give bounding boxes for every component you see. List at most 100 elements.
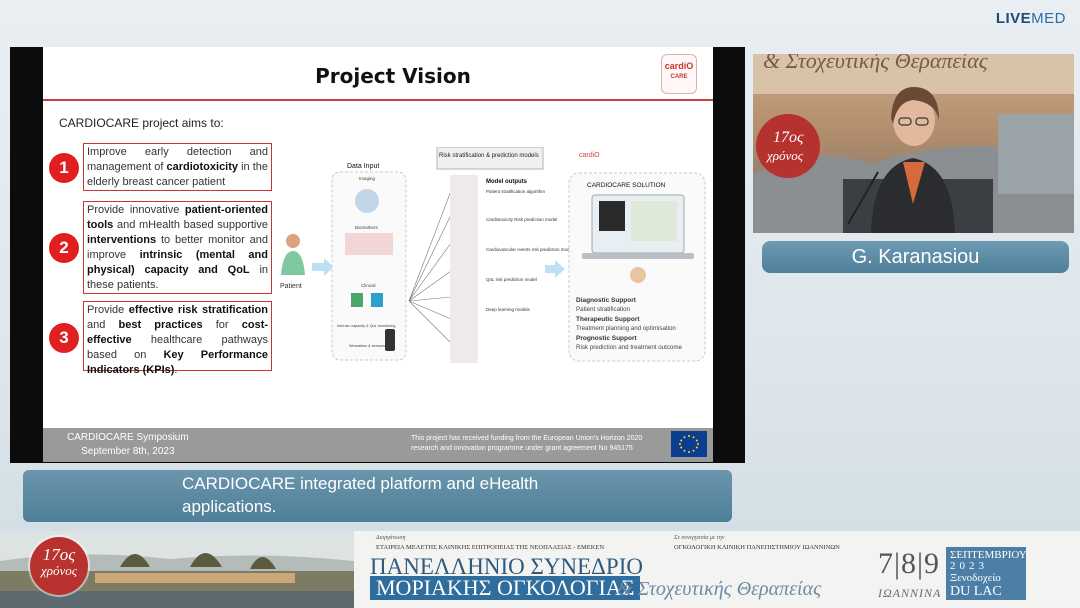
aim3-text-e: for [215,319,229,331]
date-box: ΣΕΠΤΕΜΒΡΙΟΥ 2023 Ξενοδοχείο DU LAC [946,547,1027,600]
data-input-imaging: Imaging [359,176,376,181]
data-input-title: Data Input [347,163,379,170]
model-output-3: Cardiovascular events risk prediction mo… [486,247,573,252]
caption-box: CARDIOCARE integrated platform and eHeal… [23,470,732,522]
seal-bottom: χρόνος [40,563,77,578]
funding-line-2: research and innovation programme under … [411,445,633,452]
support-therapeutic: Therapeutic Support [576,316,640,323]
caption-line-1: CARDIOCARE integrated platform and eHeal… [182,474,539,493]
model-output-2: Cardiotoxicity Risk prediction model [486,217,557,222]
footer-funding: This project has received funding from t… [411,434,671,454]
cardio-mini-logo: cardiO [579,152,600,159]
brand-bold: LIVE [995,10,1032,27]
conference-banner: 17ος χρόνος Διοργάνωση ΕΤΑΙΡΕΙΑ ΜΕΛΕΤΗΣ … [0,531,1080,608]
congress-city: ΙΩΑΝΝΙΝΑ [878,586,942,600]
hotel-name: DU LAC [950,584,1002,599]
partner-name: ΟΓΚΟΛΟΓΙΚΗ ΚΛΙΝΙΚΗ ΠΑΝΕΠΙΣΤΗΜΙΟΥ ΙΩΑΝΝΙΝ… [674,544,840,551]
footer-event-name: CARDIOCARE Symposium [67,432,189,443]
aim1-text-b: cardiotoxicity [166,161,239,173]
banner-dates: 7|8|9 ΙΩΑΝΝΙΝΑ ΣΕΠΤΕΜΒΡΙΟΥ 2023 Ξενοδοχε… [874,531,1080,608]
model-output-5: Deep learning models [486,307,531,312]
footer-event-date: September 8th, 2023 [81,446,175,457]
seventeenth-year-seal: 17ος χρόνος [30,537,88,595]
smartphone-icon [385,329,395,351]
data-input-biomarkers: Biomarkers [355,225,379,230]
organizer-label: Διοργάνωση [376,535,406,541]
organizer-name: ΕΤΑΙΡΕΙΑ ΜΕΛΕΤΗΣ ΚΛΙΝΙΚΗΣ ΕΠΙΤΡΟΠΕΙΑΣ ΤΗ… [376,544,605,551]
partner-label: Σε συνεργασία με την [674,535,725,541]
data-input-wearables: Wearables & sensors [349,344,385,348]
congress-topic-2: & Στοχευτικής Θεραπείας [617,578,822,600]
aim3-text-d: best practices [118,319,203,331]
aim2-text-a: Provide innovative [87,204,180,216]
caption-line-2: applications. [182,497,277,516]
aim-box-2: Provide innovative patient-oriented tool… [83,201,272,294]
support-prognostic-detail: Risk prediction and treatment outcome [576,344,682,351]
aim-number-1: 1 [49,153,79,183]
aim3-text-c: and [87,319,106,331]
eu-flag-icon [671,431,707,457]
dashboard-icon [631,201,677,241]
speaker-video: & Στοχευτικής Θεραπείας 17ος χρόνος [753,54,1074,233]
slide-header: Project Vision cardiO CARE [43,47,713,101]
congress-topic-1: ΜΟΡΙΑΚΗΣ ΟΓΚΟΛΟΓΙΑΣ [370,576,641,600]
doctor-icon [630,267,646,283]
patient-body-icon [281,251,305,275]
footer-event: CARDIOCARE Symposium September 8th, 2023 [67,431,189,459]
aim-number-3: 3 [49,323,79,353]
arrow-right-icon [545,260,565,278]
anniversary-seal-icon [756,114,820,178]
speaker-name: G. Karanasiou [762,241,1069,273]
banner-titles: Διοργάνωση ΕΤΑΙΡΕΙΑ ΜΕΛΕΤΗΣ ΚΛΙΝΙΚΗΣ ΕΠΙ… [354,531,874,608]
patient-label: Patient [280,283,302,290]
aim3-text-i: . [174,364,178,376]
stethoscope-icon [371,293,383,307]
seal-top: 17ος [42,545,76,564]
aims-intro: CARDIOCARE project aims to: [59,116,224,130]
clinical-icon [351,293,363,307]
logo-sub: CARE [670,74,688,80]
support-diagnostic: Diagnostic Support [576,297,637,304]
data-input-clinical: Clinical [361,283,376,288]
model-output-1: Patient stratification algorithm [486,189,545,194]
brand-light: MED [1031,10,1066,27]
lake-photo: 17ος χρόνος [0,531,354,608]
model-outputs-title: Model outputs [486,179,528,185]
scan-image-icon [599,201,625,231]
congress-year: 2023 [950,560,988,572]
svg-text:& Στοχευτικής Θεραπείας: & Στοχευτικής Θεραπείας [763,54,989,73]
biomarkers-icon [345,233,393,255]
livemed-logo: LIVEMED [996,10,1066,27]
speaker-scene: & Στοχευτικής Θεραπείας 17ος χρόνος [753,54,1074,233]
aim3-text-b: effective risk stratification [128,304,268,316]
aim2-text-c: and mHealth based supportive [116,219,268,231]
support-diagnostic-detail: Patient stratification [576,306,631,313]
presentation-slide: Project Vision cardiO CARE CARDIOCARE pr… [43,47,713,462]
funding-line-1: This project has received funding from t… [411,435,643,442]
imaging-icon [355,189,379,213]
aim-box-3: Provide effective risk stratification an… [83,301,272,376]
cardiocare-diagram: Patient cardiO Data Input Imaging Biomar… [280,147,706,363]
patient-head-icon [286,234,300,248]
slide-footer: CARDIOCARE Symposium September 8th, 2023… [43,428,713,462]
laptop-base [582,253,694,259]
aim-number-2: 2 [49,233,79,263]
connection-lines [408,190,452,344]
aim3-text-a: Provide [87,304,125,316]
aim-box-1: Improve early detection and management o… [83,143,272,191]
aim2-text-d: interventions [87,234,157,246]
logo-main: cardiO [664,61,694,71]
support-therapeutic-detail: Treatment planning and optimisation [576,325,676,332]
solution-title: CARDIOCARE SOLUTION [587,182,666,189]
model-output-4: QoL risk prediction model [486,277,537,282]
cardiocare-logo: cardiO CARE [661,54,697,94]
arrow-icon [312,258,334,276]
svg-text:χρόνος: χρόνος [765,148,804,163]
data-input-qol: Intrinsic capacity & QoL monitoring [337,324,396,328]
risk-title: Risk stratification & prediction models [439,153,539,159]
slide-title: Project Vision [315,64,471,88]
congress-days: 7|8|9 [878,547,941,580]
model-thumbnails [450,175,478,363]
svg-text:17ος: 17ος [773,129,804,146]
support-prognostic: Prognostic Support [576,335,638,342]
